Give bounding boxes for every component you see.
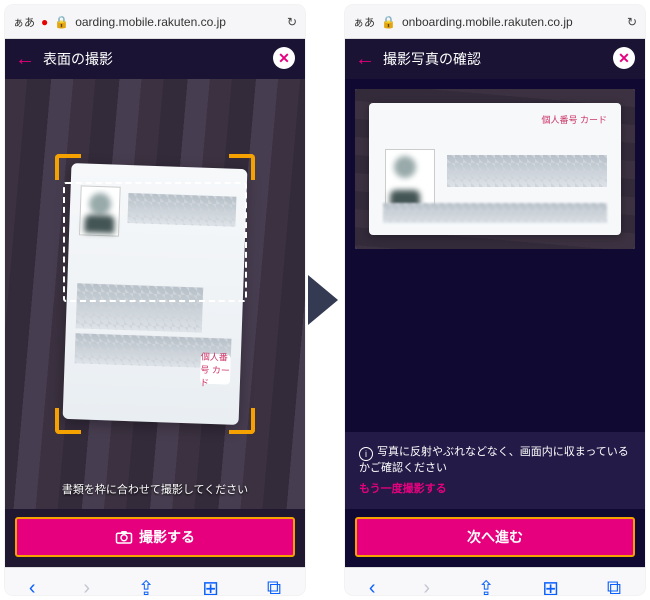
- info-icon: i: [359, 447, 373, 461]
- lock-icon: 🔒: [381, 15, 396, 29]
- page-header: ← 撮影写真の確認 ✕: [345, 39, 645, 79]
- flow-arrow-icon: [308, 275, 338, 325]
- page-title: 撮影写真の確認: [383, 49, 481, 69]
- refresh-icon[interactable]: ↻: [627, 15, 637, 29]
- frame-corner-icon: [229, 154, 255, 180]
- browser-toolbar: ‹ › ⇪ ⊞ ⧉: [5, 567, 305, 595]
- screenshot-capture: ぁあ ● 🔒 oarding.mobile.rakuten.co.jp ↻ ← …: [5, 5, 305, 595]
- nav-forward-icon: ›: [83, 577, 90, 595]
- action-bar: 撮影する: [5, 509, 305, 567]
- back-arrow-icon[interactable]: ←: [15, 48, 35, 71]
- confirmation-message: i写真に反射やぶれなどなく、画面内に収まっているかご確認ください もう一度撮影す…: [345, 432, 645, 510]
- next-button[interactable]: 次へ進む: [355, 517, 635, 557]
- tabs-icon[interactable]: ⧉: [267, 577, 281, 595]
- back-arrow-icon[interactable]: ←: [355, 48, 375, 71]
- retake-link[interactable]: もう一度撮影する: [359, 481, 631, 498]
- browser-url-bar: ぁあ ● 🔒 oarding.mobile.rakuten.co.jp ↻: [5, 5, 305, 39]
- message-text: 写真に反射やぶれなどなく、画面内に収まっているかご確認ください: [359, 446, 629, 475]
- card-logo: 個人番号 カード: [200, 354, 231, 385]
- screenshot-confirm: ぁあ 🔒 onboarding.mobile.rakuten.co.jp ↻ ←…: [345, 5, 645, 595]
- capture-button[interactable]: 撮影する: [15, 517, 295, 557]
- frame-corner-icon: [55, 154, 81, 180]
- id-card-photo: 個人番号 カード: [369, 103, 621, 235]
- url-text[interactable]: oarding.mobile.rakuten.co.jp: [75, 15, 226, 29]
- capture-frame: 個人番号 カード: [55, 154, 255, 434]
- close-button[interactable]: ✕: [613, 47, 635, 69]
- bookmarks-icon[interactable]: ⊞: [202, 576, 219, 595]
- tabs-icon[interactable]: ⧉: [607, 577, 621, 595]
- card-text-blur: [447, 155, 607, 187]
- share-icon[interactable]: ⇪: [478, 576, 495, 595]
- frame-corner-icon: [55, 408, 81, 434]
- bookmarks-icon[interactable]: ⊞: [542, 576, 559, 595]
- card-portrait: [385, 149, 435, 211]
- text-size-control[interactable]: ぁあ: [13, 14, 35, 30]
- card-text-blur: [383, 203, 607, 223]
- nav-forward-icon: ›: [423, 577, 430, 595]
- nav-back-icon[interactable]: ‹: [369, 577, 376, 595]
- captured-photo: 個人番号 カード: [355, 89, 635, 249]
- lock-icon: 🔒: [54, 15, 69, 29]
- browser-toolbar: ‹ › ⇪ ⊞ ⧉: [345, 567, 645, 595]
- capture-button-label: 撮影する: [139, 527, 195, 547]
- camera-viewport: 個人番号 カード 書類を枠に合わせて撮影してください: [5, 79, 305, 509]
- confirm-area: 個人番号 カード i写真に反射やぶれなどなく、画面内に収まっているかご確認くださ…: [345, 79, 645, 509]
- url-text[interactable]: onboarding.mobile.rakuten.co.jp: [402, 15, 573, 29]
- close-button[interactable]: ✕: [273, 47, 295, 69]
- card-logo: 個人番号 カード: [541, 113, 607, 126]
- refresh-icon[interactable]: ↻: [287, 15, 297, 29]
- camera-hint-text: 書類を枠に合わせて撮影してください: [5, 481, 305, 497]
- text-size-control[interactable]: ぁあ: [353, 14, 375, 30]
- action-bar: 次へ進む: [345, 509, 645, 567]
- share-icon[interactable]: ⇪: [138, 576, 155, 595]
- recording-indicator-icon: ●: [41, 15, 48, 29]
- frame-corner-icon: [229, 408, 255, 434]
- camera-icon: [115, 530, 133, 544]
- next-button-label: 次へ進む: [467, 527, 523, 547]
- nav-back-icon[interactable]: ‹: [29, 577, 36, 595]
- alignment-guide: [63, 182, 247, 302]
- page-title: 表面の撮影: [43, 49, 113, 69]
- browser-url-bar: ぁあ 🔒 onboarding.mobile.rakuten.co.jp ↻: [345, 5, 645, 39]
- page-header: ← 表面の撮影 ✕: [5, 39, 305, 79]
